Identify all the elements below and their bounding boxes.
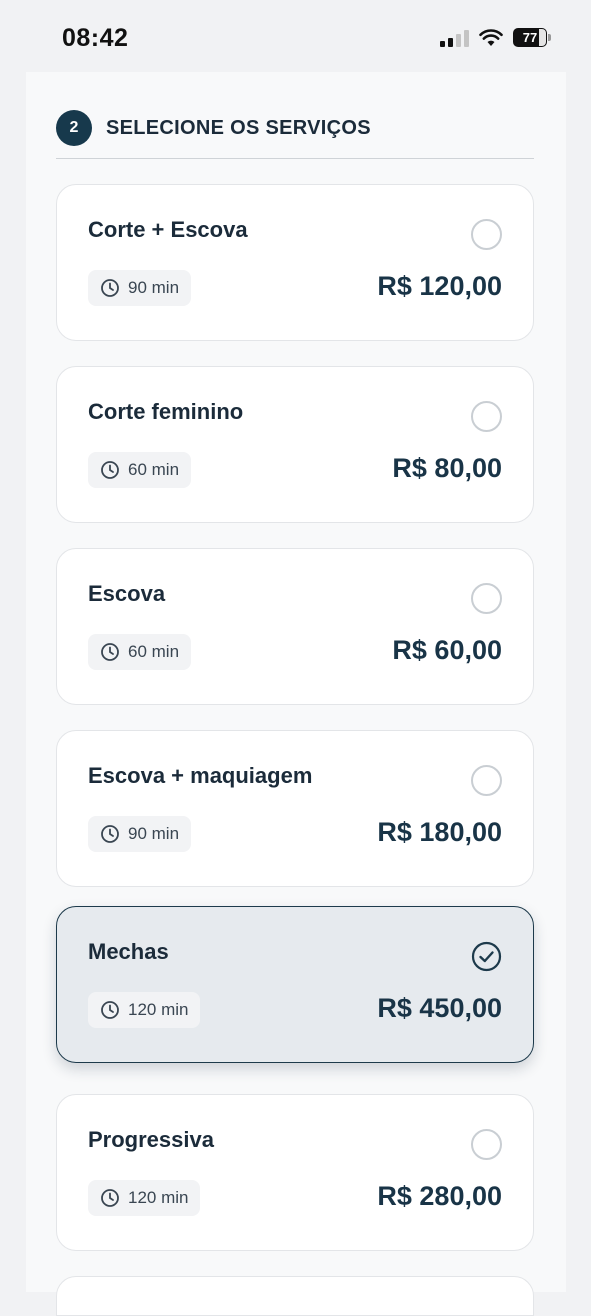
service-card-next[interactable] [56, 1276, 534, 1316]
radio-unchecked-icon[interactable] [471, 765, 502, 796]
status-bar: 08:42 77 [0, 0, 591, 72]
service-name: Escova + maquiagem [88, 763, 313, 788]
service-price: R$ 450,00 [377, 993, 502, 1023]
clock-icon [101, 1189, 119, 1207]
service-name: Corte feminino [88, 399, 244, 424]
radio-unchecked-icon[interactable] [471, 583, 502, 614]
clock-icon [101, 643, 119, 661]
service-name: Progressiva [88, 1127, 214, 1152]
service-price: R$ 60,00 [392, 635, 502, 665]
clock-icon [101, 1001, 119, 1019]
wifi-icon [479, 28, 503, 46]
duration-text: 120 min [128, 1188, 189, 1207]
duration-badge: 120 min [88, 992, 201, 1028]
clock-icon [101, 825, 119, 843]
service-price: R$ 280,00 [377, 1181, 502, 1211]
service-card-progressiva[interactable]: Progressiva 120 min R$ 280,00 [56, 1094, 534, 1251]
battery-level: 77 [522, 30, 538, 45]
radio-unchecked-icon[interactable] [471, 219, 502, 250]
service-price: R$ 120,00 [377, 271, 502, 301]
duration-badge: 120 min [88, 1180, 201, 1216]
service-card-mechas[interactable]: Mechas 120 min R$ 450,00 [56, 906, 534, 1063]
clock-icon [101, 461, 119, 479]
service-card-escova[interactable]: Escova 60 min R$ 60,00 [56, 548, 534, 705]
divider [56, 158, 534, 159]
duration-text: 60 min [128, 642, 180, 661]
duration-badge: 60 min [88, 634, 192, 670]
check-circle-icon[interactable] [471, 941, 502, 972]
status-time: 08:42 [62, 24, 129, 52]
duration-badge: 60 min [88, 452, 192, 488]
step-title: SELECIONE OS SERVIÇOS [106, 116, 371, 139]
battery-icon: 77 [513, 28, 551, 47]
duration-text: 90 min [128, 824, 180, 843]
radio-unchecked-icon[interactable] [471, 401, 502, 432]
duration-text: 120 min [128, 1000, 189, 1019]
service-card-corte-feminino[interactable]: Corte feminino 60 min R$ 80,00 [56, 366, 534, 523]
services-panel: 2 SELECIONE OS SERVIÇOS Corte + Escova 9… [26, 72, 566, 1316]
clock-icon [101, 279, 119, 297]
duration-text: 90 min [128, 278, 180, 297]
service-name: Mechas [88, 939, 169, 964]
service-price: R$ 80,00 [392, 453, 502, 483]
duration-badge: 90 min [88, 270, 192, 306]
service-card-corte-escova[interactable]: Corte + Escova 90 min R$ 120,00 [56, 184, 534, 341]
service-card-escova-maquiagem[interactable]: Escova + maquiagem 90 min R$ 180,00 [56, 730, 534, 887]
step-header: 2 SELECIONE OS SERVIÇOS [56, 110, 371, 146]
duration-text: 60 min [128, 460, 180, 479]
service-name: Corte + Escova [88, 217, 248, 242]
radio-unchecked-icon[interactable] [471, 1129, 502, 1160]
service-name: Escova [88, 581, 166, 606]
step-number-badge: 2 [56, 110, 92, 146]
cellular-signal-icon [440, 29, 469, 47]
status-icons: 77 [440, 28, 551, 47]
service-price: R$ 180,00 [377, 817, 502, 847]
duration-badge: 90 min [88, 816, 192, 852]
